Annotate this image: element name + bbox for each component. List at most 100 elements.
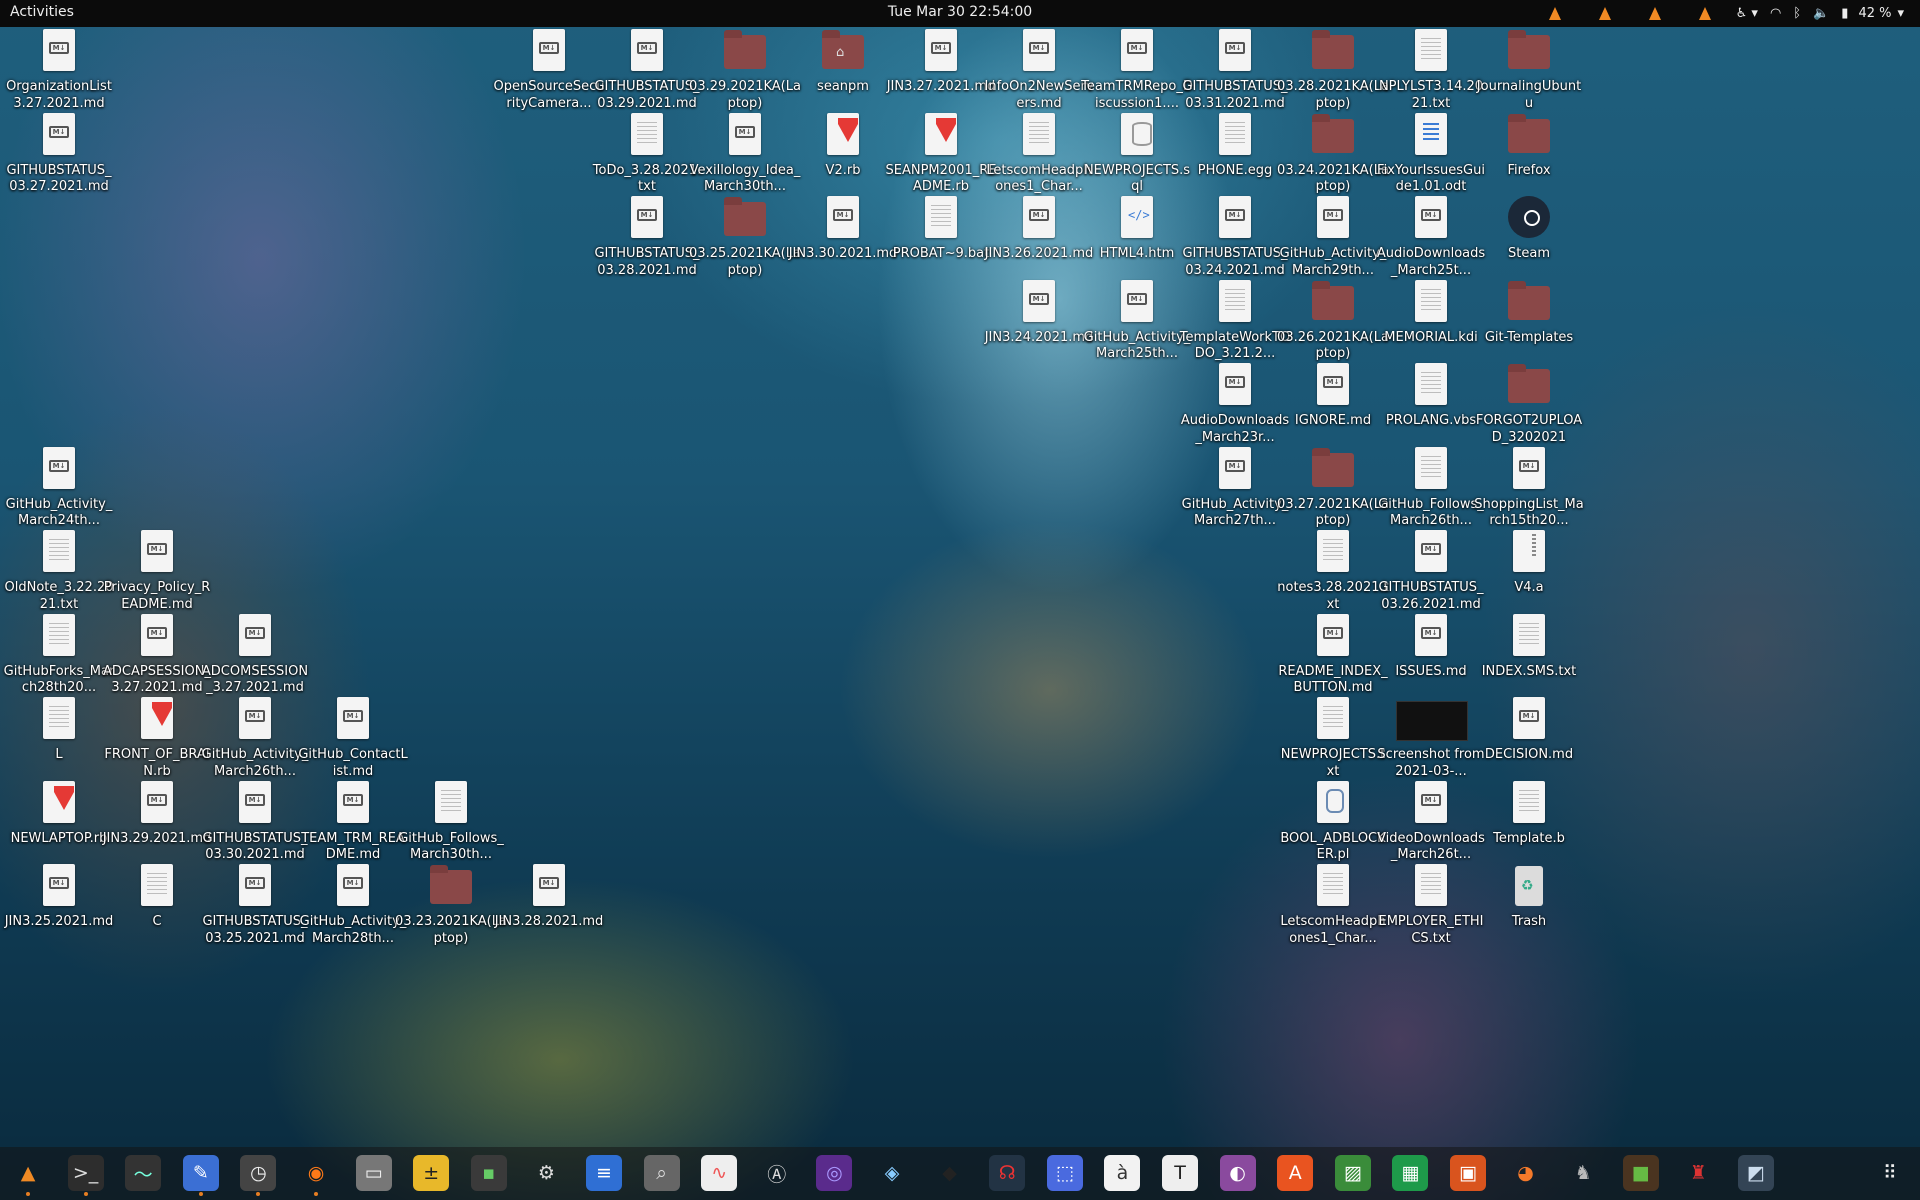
vlc-tray-icon[interactable] xyxy=(1698,7,1711,20)
typora-icon[interactable]: T xyxy=(1162,1155,1198,1191)
desktop-icon[interactable]: OldNote_3.22.2021.txt xyxy=(3,530,115,613)
desktop-icon[interactable]: M↓ InfoOn2NewServers.md xyxy=(983,29,1095,112)
desktop-icon[interactable]: M↓ Vexillology_Idea_March30th... xyxy=(689,112,801,196)
desktop-icon[interactable]: 03.27.2021KA(Laptop) xyxy=(1277,447,1389,530)
desktop-icon[interactable]: M↓ GITHUBSTATUS_03.31.2021.md xyxy=(1179,29,1291,112)
desktop-icon[interactable]: 03.24.2021KA(Laptop) xyxy=(1277,113,1389,196)
calc-icon[interactable]: ▦ xyxy=(1392,1155,1429,1191)
desktop-icon[interactable]: M↓ GitHub_Activity_March28th... xyxy=(297,864,409,947)
desktop-icon[interactable]: M↓ GitHub_ContactList.md xyxy=(297,697,409,780)
wifi-icon[interactable]: ◠ xyxy=(1770,6,1781,21)
desktop-icon[interactable]: ⌂ seanpm xyxy=(787,29,899,96)
desktop-icon[interactable]: M↓ ISSUES.md xyxy=(1375,613,1487,681)
desktop-icon[interactable]: M↓ DECISION.md xyxy=(1473,697,1585,764)
desktop-icon[interactable]: C xyxy=(101,864,213,931)
files-icon[interactable]: ▭ xyxy=(355,1155,392,1191)
desktop-icon[interactable]: notes3.28.2021.txt xyxy=(1277,530,1389,613)
tweaks-icon[interactable]: ◐ xyxy=(1219,1155,1256,1191)
desktop-icon[interactable]: M↓ JIN3.29.2021.md xyxy=(101,780,213,848)
game-character-icon[interactable]: ♜ xyxy=(1680,1155,1716,1191)
desktop-icon[interactable]: M↓ AudioDownloads_March25t... xyxy=(1375,196,1487,279)
system-tray[interactable]: ♿ ▾ ◠ ᛒ 🔈 ▮ 42 % ▾ xyxy=(1530,2,1910,25)
desktop-icon[interactable]: PROBAT~9.bat xyxy=(885,196,997,263)
desktop-icon[interactable]: M↓ GitHub_Activity_March27th... xyxy=(1179,446,1291,530)
desktop-icon[interactable]: INDEX.SMS.txt xyxy=(1473,613,1585,681)
desktop-icon[interactable]: Git-Templates xyxy=(1473,280,1585,347)
desktop-icon[interactable]: M↓ GITHUBSTATUS_03.29.2021.md xyxy=(591,29,703,112)
desktop-icon[interactable]: BOOL_ADBLOCKER.pl xyxy=(1277,780,1389,864)
desktop-icon[interactable]: PROLANG.vbs xyxy=(1375,363,1487,430)
clock-icon[interactable]: ◷ xyxy=(240,1155,277,1196)
chevron-down-icon[interactable]: ▾ xyxy=(1897,6,1904,21)
desktop-icon[interactable]: V2.rb xyxy=(787,112,899,180)
desktop-icon[interactable]: M↓ JIN3.25.2021.md xyxy=(3,864,115,931)
writer-icon[interactable]: ≡ xyxy=(586,1155,622,1191)
desktop-icon[interactable]: M↓ ShoppingList_March15th20... xyxy=(1473,446,1585,530)
battery-icon[interactable]: ▮ xyxy=(1841,6,1848,21)
cheese-icon[interactable]: ◎ xyxy=(816,1155,853,1191)
desktop-icon[interactable]: M↓ OpenSourceSecurityCamera... xyxy=(493,29,605,112)
desktop-icon[interactable]: GitHub_Follows_March30th... xyxy=(395,780,507,864)
text-editor-icon[interactable]: ✎ xyxy=(182,1155,219,1196)
desktop-icon[interactable]: V4.a xyxy=(1473,530,1585,597)
bluetooth-icon[interactable]: ᛒ xyxy=(1793,6,1801,21)
desktop-icon[interactable]: SEANPM2001_README.rb xyxy=(885,112,997,196)
desktop-icon[interactable]: GitHub_Follows_March26th... xyxy=(1375,446,1487,530)
desktop-icon[interactable]: M↓ VideoDownloads_March26t... xyxy=(1375,780,1487,864)
show-applications-icon[interactable]: ⠿ xyxy=(1872,1155,1908,1191)
vlc-icon[interactable]: ▲ xyxy=(10,1155,46,1196)
desktop-icon[interactable]: FRONT_OF_BRAIN.rb xyxy=(101,697,213,780)
desktop-icon[interactable]: M↓ GitHub_Activity_March24th... xyxy=(3,446,115,530)
desktop-icon[interactable]: M↓ GITHUBSTATUS_03.28.2021.md xyxy=(591,196,703,279)
desktop-icon[interactable]: M↓ TeamTRMRepo_Discussion1.... xyxy=(1081,29,1193,112)
shotwell-icon[interactable]: ▨ xyxy=(1334,1155,1371,1191)
software-updater-icon[interactable]: Ⓐ xyxy=(759,1155,795,1191)
desktop-icon[interactable]: M↓ GITHUBSTATUS_03.27.2021.md xyxy=(3,112,115,196)
desktop-icon[interactable]: Trash xyxy=(1473,864,1585,931)
image-viewer-icon[interactable]: ⌕ xyxy=(643,1155,680,1191)
desktop-icon[interactable]: L xyxy=(3,697,115,764)
desktop-icon[interactable]: 03.23.2021KA(Laptop) xyxy=(395,864,507,947)
desktop-icon[interactable]: NPLYLST3.14.2021.txt xyxy=(1375,29,1487,112)
settings-icon[interactable]: ⚙ xyxy=(528,1155,564,1191)
desktop-icon[interactable]: M↓ ADCAPSESSION_3.27.2021.md xyxy=(101,613,213,697)
impress-icon[interactable]: ▣ xyxy=(1450,1155,1486,1191)
volume-icon[interactable]: 🔈 xyxy=(1813,6,1829,21)
desktop-icon[interactable]: M↓ TEAM_TRM_README.md xyxy=(297,780,409,864)
desktop-icon[interactable]: MEMORIAL.kdi xyxy=(1375,279,1487,347)
gimp-icon[interactable]: ♞ xyxy=(1565,1155,1601,1191)
desktop-icon[interactable]: M↓ IGNORE.md xyxy=(1277,363,1389,430)
desktop-icon[interactable]: Firefox xyxy=(1473,113,1585,180)
activities-button[interactable]: Activities xyxy=(10,4,74,20)
software-center-icon[interactable]: A xyxy=(1277,1155,1314,1191)
headphones-icon[interactable]: ☊ xyxy=(989,1155,1026,1191)
gnome-terminal-green-icon[interactable]: ▪ xyxy=(470,1155,507,1191)
vlc-tray-icon[interactable] xyxy=(1598,7,1611,20)
system-monitor-icon[interactable]: 〜 xyxy=(125,1155,162,1191)
desktop-icon[interactable]: M↓ GitHub_Activity_March26th... xyxy=(199,697,311,780)
desktop-icon[interactable]: NEWPROJECTS.sql xyxy=(1081,112,1193,196)
desktop-icon[interactable]: NEWLAPTOP.rb xyxy=(3,780,115,848)
desktop-icon[interactable]: JournalingUbuntu xyxy=(1473,29,1585,112)
screenshot-icon[interactable]: ⬚ xyxy=(1046,1155,1083,1191)
clock-menu[interactable]: Tue Mar 30 22:54:00 xyxy=(888,4,1032,20)
firefox-icon[interactable]: ◉ xyxy=(298,1155,334,1196)
desktop-icon[interactable]: M↓ GITHUBSTATUS_03.25.2021.md xyxy=(199,864,311,947)
desktop-icon[interactable]: GitHubForks_March28th20... xyxy=(3,613,115,697)
desktop-icon[interactable]: M↓ GitHub_Activity_March25th... xyxy=(1081,279,1193,363)
desktop-icon[interactable]: M↓ Privacy_Policy_README.md xyxy=(101,530,213,613)
sound-recorder-icon[interactable]: ∿ xyxy=(701,1155,738,1191)
desktop-icon[interactable]: PHONE.egg xyxy=(1179,112,1291,180)
desktop-icon[interactable]: Steam xyxy=(1473,196,1585,263)
desktop[interactable]: M↓ OrganizationList3.27.2021.md M↓ GITHUBST… xyxy=(0,27,1920,1147)
inkscape-icon[interactable]: ◆ xyxy=(932,1155,968,1191)
calculator-icon[interactable]: ± xyxy=(413,1155,450,1191)
disk-icon[interactable]: ◩ xyxy=(1738,1155,1774,1191)
vlc-tray-icon[interactable] xyxy=(1648,7,1661,20)
desktop-icon[interactable]: EMPLOYER_ETHICS.txt xyxy=(1375,864,1487,947)
desktop-icon[interactable]: M↓ GITHUBSTATUS_03.26.2021.md xyxy=(1375,530,1487,613)
desktop-icon[interactable]: 03.29.2021KA(Laptop) xyxy=(689,29,801,112)
desktop-icon[interactable]: NEWPROJECTS.txt xyxy=(1277,697,1389,780)
desktop-icon[interactable]: 03.26.2021KA(Laptop) xyxy=(1277,280,1389,363)
desktop-icon[interactable]: M↓ GITHUBSTATUS_03.30.2021.md xyxy=(199,780,311,864)
